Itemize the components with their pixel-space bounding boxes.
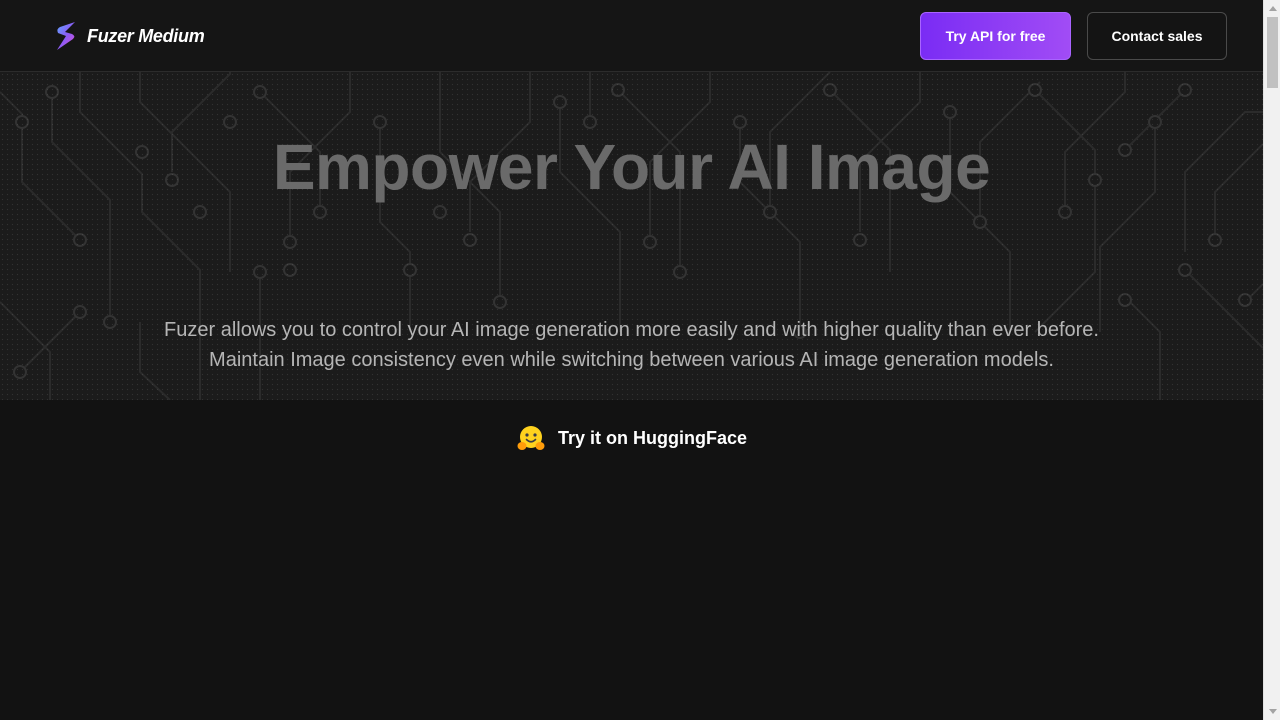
scrollbar-thumb[interactable] xyxy=(1267,17,1278,88)
scroll-down-arrow-icon xyxy=(1268,709,1277,714)
hero-description-line-1: Fuzer allows you to control your AI imag… xyxy=(164,319,1099,341)
page-viewport: Fuzer Medium Try API for free Contact sa… xyxy=(0,0,1263,720)
brand-logo[interactable]: Fuzer Medium xyxy=(54,21,205,51)
hero-description: Fuzer allows you to control your AI imag… xyxy=(0,315,1263,375)
contact-sales-button[interactable]: Contact sales xyxy=(1087,12,1227,60)
lightning-logo-icon xyxy=(57,22,75,50)
huggingface-link[interactable]: Try it on HuggingFace xyxy=(516,423,747,453)
brand-name: Fuzer Medium xyxy=(87,25,205,46)
try-api-button[interactable]: Try API for free xyxy=(920,12,1071,60)
scroll-up-button[interactable] xyxy=(1264,0,1280,17)
scroll-up-arrow-icon xyxy=(1268,6,1277,11)
page-scrollbar[interactable] xyxy=(1263,0,1280,720)
site-header: Fuzer Medium Try API for free Contact sa… xyxy=(0,0,1263,72)
hero-section: Empower Your AI Image Fuzer allows you t… xyxy=(0,72,1263,400)
hero-title: Empower Your AI Image xyxy=(272,131,991,203)
hugging-face-emoji-icon xyxy=(517,426,545,450)
huggingface-link-label: Try it on HuggingFace xyxy=(558,427,748,448)
scroll-down-button[interactable] xyxy=(1264,703,1280,720)
hero-description-line-2: Maintain Image consistency even while sw… xyxy=(209,349,1054,371)
